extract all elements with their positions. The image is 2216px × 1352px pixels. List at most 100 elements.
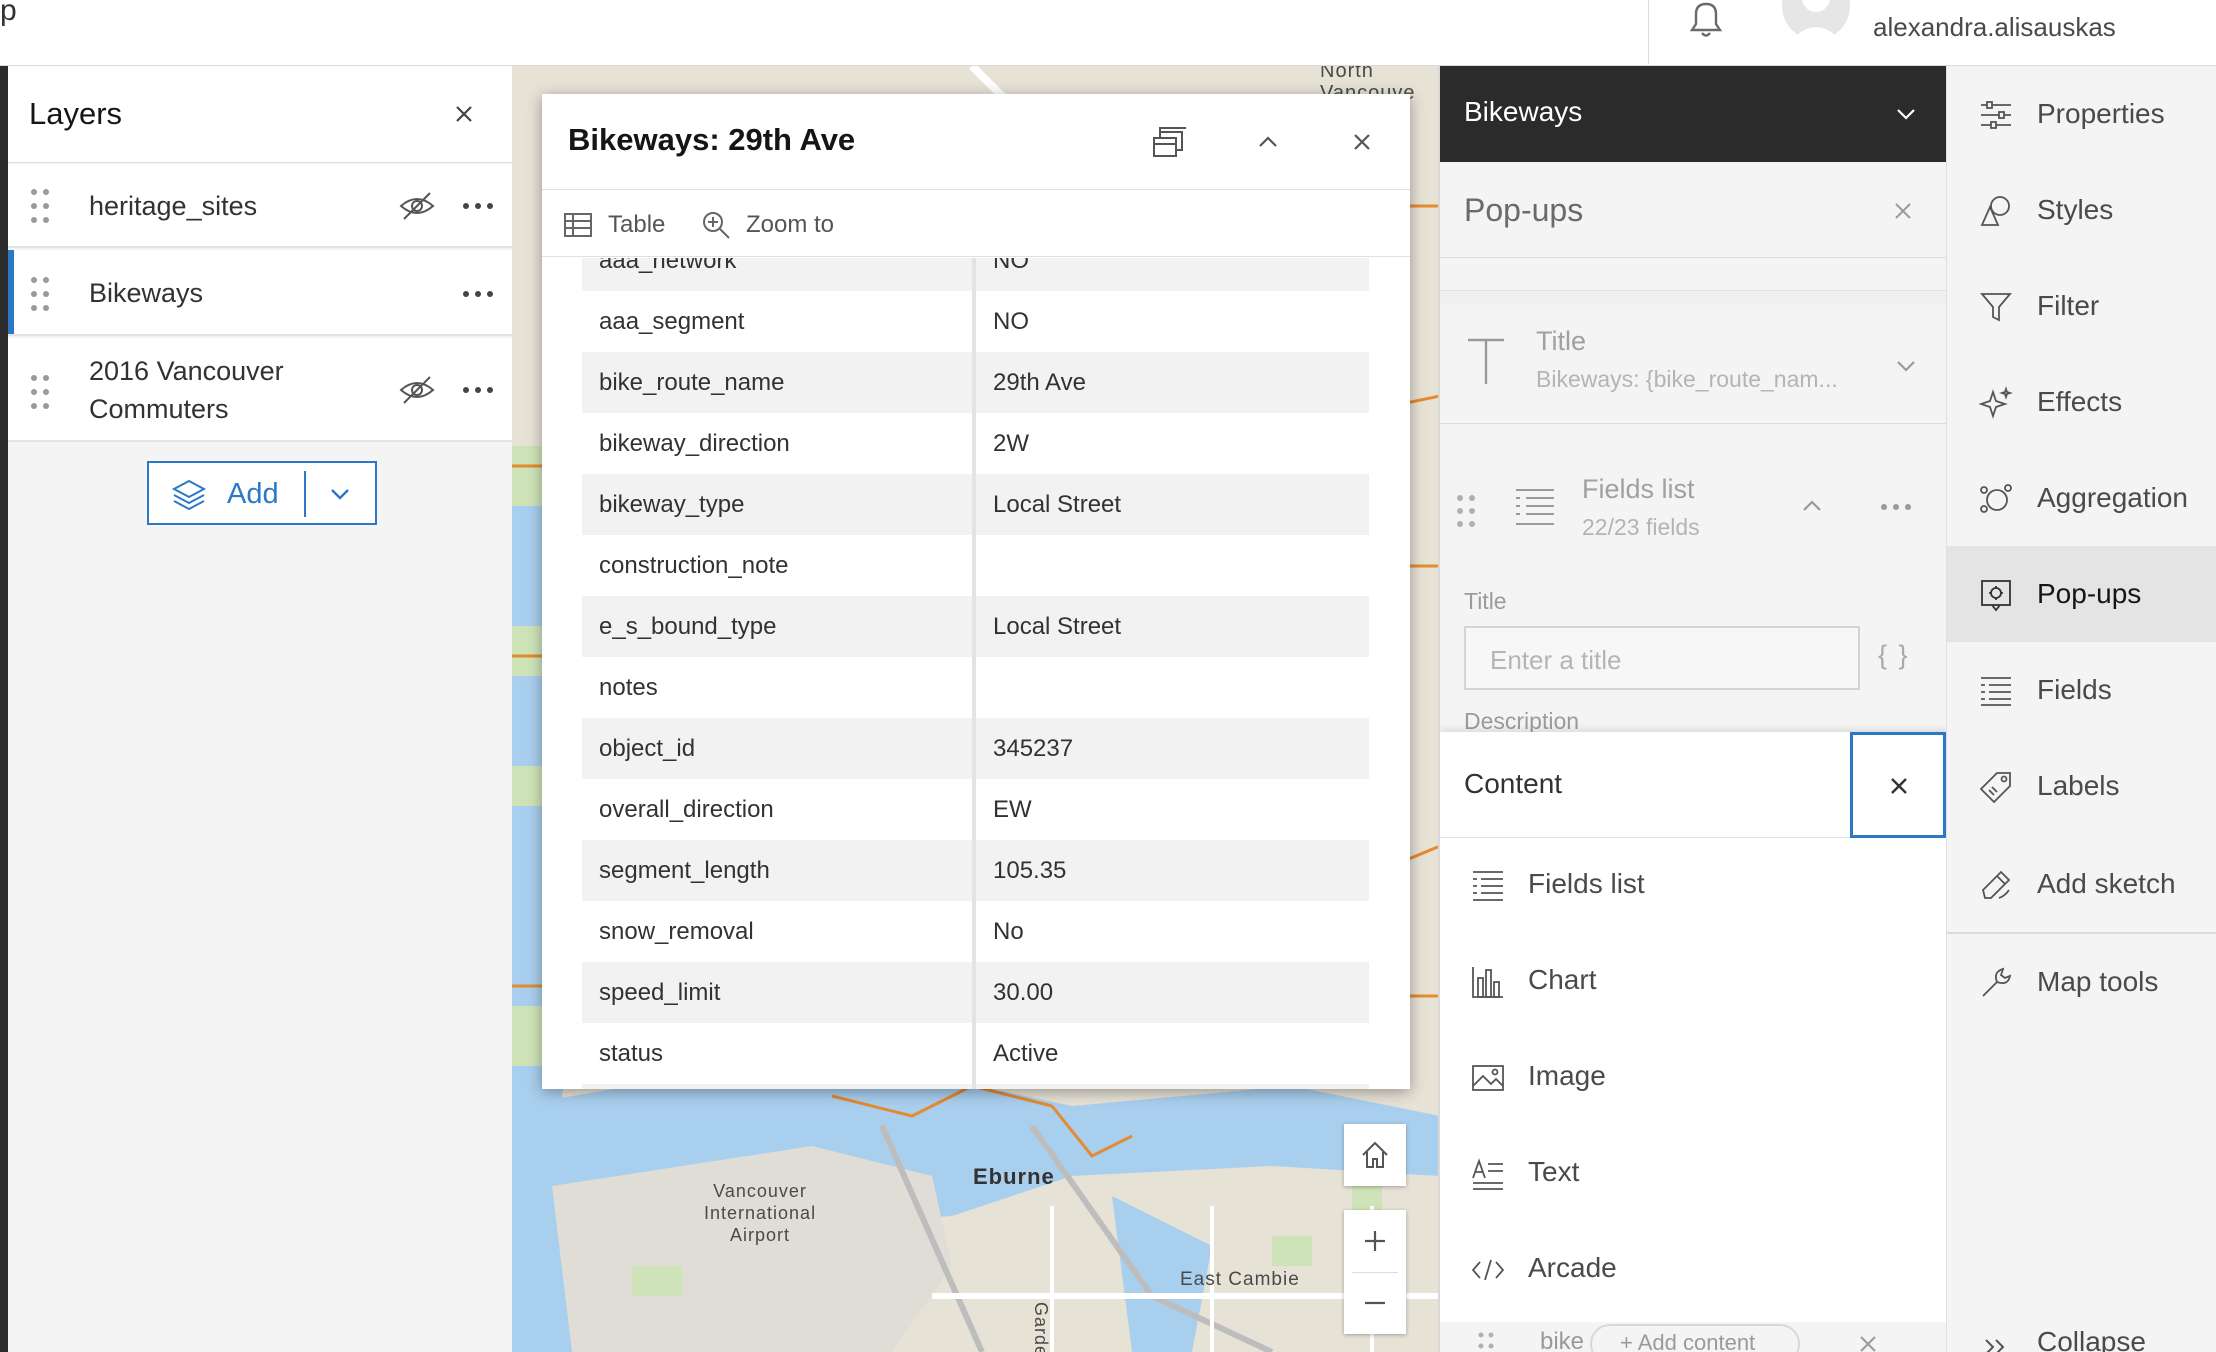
more-options-icon[interactable] — [460, 372, 496, 408]
field-value: NO — [974, 258, 1369, 291]
action-effects[interactable]: Effects — [1947, 354, 2216, 450]
close-icon — [1895, 203, 1911, 219]
collapse-label: Collapse — [2037, 1326, 2146, 1352]
field-value — [974, 1084, 1369, 1089]
layer-item-bikeways[interactable]: Bikeways — [8, 250, 512, 336]
fields-description-label: Description — [1464, 708, 1580, 734]
close-icon[interactable] — [1856, 1332, 1880, 1352]
content-menu-header: Content — [1440, 732, 1946, 838]
action-map-tools[interactable]: Map tools — [1947, 934, 2216, 1030]
field-key: bikeway_type — [582, 474, 976, 535]
visibility-hidden-icon[interactable] — [398, 187, 436, 225]
chevron-down-icon[interactable] — [325, 479, 355, 509]
action-fields[interactable]: Fields — [1947, 642, 2216, 738]
table-row: snow_removal No — [582, 901, 1369, 962]
action-properties[interactable]: Properties — [1947, 66, 2216, 162]
close-icon — [1891, 778, 1907, 794]
table-button[interactable]: Table — [562, 207, 665, 243]
close-icon — [456, 106, 472, 122]
content-menu-close-button[interactable] — [1850, 732, 1946, 838]
field-value: No — [974, 901, 1369, 962]
action-styles[interactable]: Styles — [1947, 162, 2216, 258]
fields-title-input[interactable]: Enter a title — [1464, 626, 1860, 690]
close-popup-button[interactable] — [1342, 122, 1382, 162]
visibility-hidden-icon[interactable] — [398, 371, 436, 409]
zoom-out-button[interactable] — [1344, 1272, 1406, 1334]
layer-name: 2016 Vancouver Commuters — [89, 356, 284, 424]
content-item-fields-list[interactable]: Fields list — [1440, 838, 1946, 934]
zoom-to-button[interactable]: Zoom to — [700, 207, 834, 243]
more-options-icon[interactable] — [460, 188, 496, 224]
more-options-icon[interactable] — [460, 276, 496, 312]
fields-title-placeholder: Enter a title — [1490, 645, 1622, 675]
add-content-button[interactable]: + Add content — [1590, 1324, 1800, 1352]
user-avatar[interactable] — [1782, 0, 1850, 40]
dock-popup-button[interactable] — [1150, 122, 1190, 162]
action-bar: Properties Styles Filter Effects Aggrega… — [1946, 66, 2216, 1352]
collapse-popup-button[interactable] — [1248, 122, 1288, 162]
filter-icon — [1979, 290, 2013, 324]
insert-expression-button[interactable]: { } — [1878, 640, 1910, 671]
field-value — [974, 535, 1369, 596]
map-label-garden: Garden — [1031, 1302, 1051, 1352]
field-key: e_s_bound_type — [582, 596, 976, 657]
drag-handle-icon[interactable] — [30, 276, 50, 312]
field-key: bikeway_direction — [582, 413, 976, 474]
content-item-text[interactable]: Text — [1440, 1126, 1946, 1222]
username-label[interactable]: alexandra.alisauskas — [1873, 12, 2116, 43]
layers-close-button[interactable] — [448, 98, 480, 130]
map-label-eburne: Eburne — [973, 1164, 1055, 1189]
popups-config-header: Pop-ups — [1440, 162, 1946, 258]
popup-body[interactable]: aaa_network NO aaa_segment NO bike_route_n… — [542, 258, 1410, 1089]
action-label: Labels — [2037, 770, 2120, 801]
map-label-east-cambie: East Cambie — [1180, 1269, 1300, 1290]
field-value: 29th Ave — [974, 352, 1369, 413]
content-item-image[interactable]: Image — [1440, 1030, 1946, 1126]
title-card-label: Title — [1536, 326, 1587, 356]
zoom-in-button[interactable] — [1344, 1210, 1406, 1272]
action-add-sketch[interactable]: Add sketch — [1947, 836, 2216, 932]
action-aggregation[interactable]: Aggregation — [1947, 450, 2216, 546]
layers-title: Layers — [29, 96, 123, 131]
field-value: EW — [974, 779, 1369, 840]
layer-selector[interactable]: Bikeways — [1440, 66, 1946, 162]
aggregation-icon — [1979, 482, 2013, 516]
add-button-divider — [304, 471, 306, 517]
action-filter[interactable]: Filter — [1947, 258, 2216, 354]
chevron-up-icon[interactable] — [1798, 492, 1826, 520]
double-chevron-right-icon — [1981, 1332, 2011, 1352]
action-labels[interactable]: Labels — [1947, 738, 2216, 834]
popup-title: Bikeways: 29th Ave — [568, 122, 856, 157]
drag-handle-icon[interactable] — [1456, 494, 1476, 528]
popups-config-close-button[interactable] — [1888, 196, 1918, 226]
title-element-card[interactable]: Title Bikeways: {bike_route_nam... — [1440, 304, 1946, 424]
home-button[interactable] — [1344, 1124, 1406, 1186]
fields-icon — [1979, 674, 2013, 708]
feature-popup: Bikeways: 29th Ave Table Zoom to aaa_net… — [542, 94, 1410, 1089]
add-layer-button[interactable]: Add — [147, 461, 377, 525]
drag-handle-icon[interactable] — [30, 374, 50, 410]
add-content-menu: Content Fields list Chart Image Text Arc… — [1440, 732, 1946, 1322]
layer-item-2016-vancouver-commuters[interactable]: 2016 Vancouver Commuters — [8, 338, 512, 442]
table-row: construction_note — [582, 535, 1369, 596]
drag-handle-icon[interactable] — [1478, 1332, 1494, 1352]
layers-add-icon — [171, 477, 207, 513]
title-card-value: Bikeways: {bike_route_nam... — [1536, 366, 1838, 392]
chart-icon — [1470, 964, 1506, 1000]
action-label: Filter — [2037, 290, 2100, 321]
chevron-down-icon[interactable] — [1892, 352, 1920, 380]
collapse-button[interactable]: Collapse — [1947, 1318, 2216, 1352]
content-item-chart[interactable]: Chart — [1440, 934, 1946, 1030]
styles-icon — [1979, 194, 2013, 228]
content-item-arcade[interactable]: Arcade — [1440, 1222, 1946, 1318]
table-row: bike_route_name 29th Ave — [582, 352, 1369, 413]
labels-icon — [1979, 770, 2013, 804]
drag-handle-icon[interactable] — [30, 188, 50, 224]
properties-icon — [1979, 98, 2013, 132]
effects-icon — [1979, 386, 2013, 420]
notifications-bell-icon[interactable] — [1686, 0, 1726, 40]
layer-item-heritage-sites[interactable]: heritage_sites — [8, 164, 512, 248]
action-popups[interactable]: Pop-ups — [1947, 546, 2216, 642]
table-row: speed_limit 30.00 — [582, 962, 1369, 1023]
more-options-icon[interactable] — [1878, 492, 1914, 522]
